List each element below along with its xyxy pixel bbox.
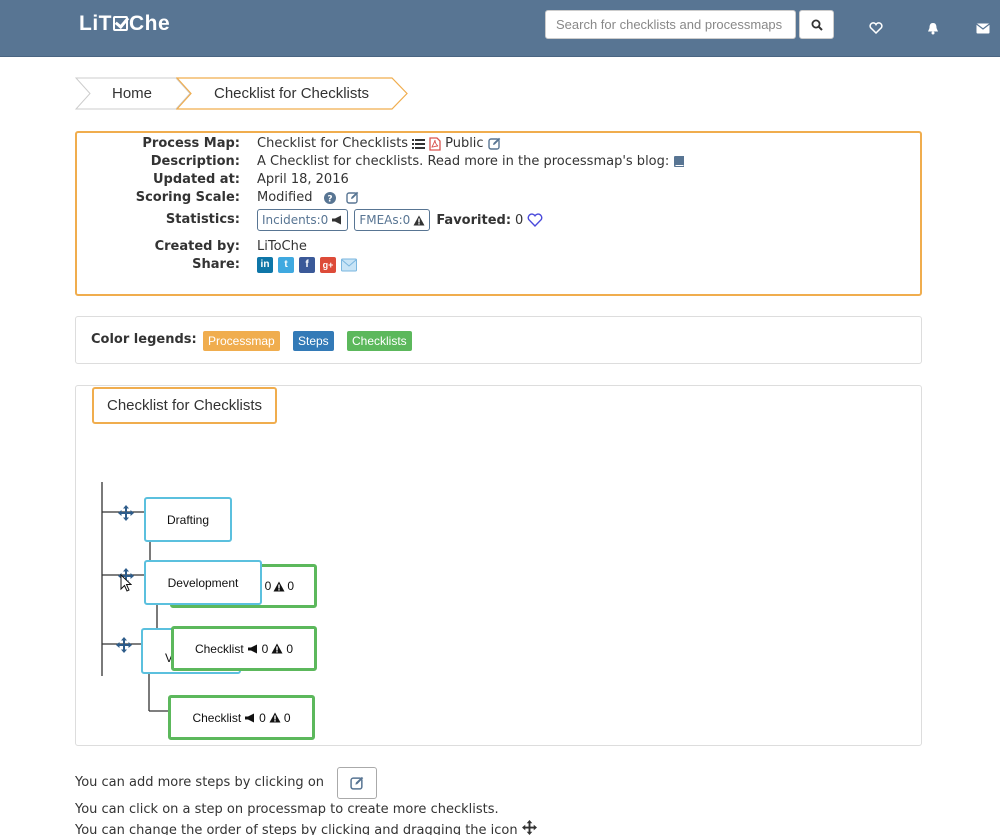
search-button[interactable] <box>799 10 834 39</box>
googleplus-icon[interactable]: g+ <box>320 257 336 273</box>
checklist-fmeas: 0 <box>286 641 294 656</box>
description-text: A Checklist for checklists. Read more in… <box>257 154 670 169</box>
step-label: Drafting <box>166 512 210 527</box>
scoring-scale-value: Modified <box>257 190 313 205</box>
linkedin-icon[interactable]: in <box>257 257 273 273</box>
pdf-icon[interactable] <box>429 136 441 151</box>
brand-suffix: Che <box>129 12 171 35</box>
favorited-label: Favorited: <box>436 212 512 228</box>
legend-checklists: Checklists <box>347 331 412 351</box>
scoring-scale-label: Scoring Scale: <box>135 190 240 205</box>
incidents-badge[interactable]: Incidents:0 <box>257 209 349 231</box>
breadcrumb-home[interactable]: Home <box>75 77 192 110</box>
breadcrumb-current[interactable]: Checklist for Checklists <box>176 77 410 110</box>
check-icon <box>113 16 128 31</box>
breadcrumb-current-label: Checklist for Checklists <box>214 85 370 102</box>
updated-date: April 18, 2016 <box>257 172 349 187</box>
help-reorder-text: You can change the order of steps by cli… <box>75 823 518 835</box>
breadcrumb-home-label: Home <box>112 85 153 102</box>
created-by-label: Created by: <box>154 239 240 254</box>
drag-move-icon[interactable] <box>118 505 134 521</box>
edit-scale-icon[interactable] <box>346 191 359 204</box>
favorited-count: 0 <box>515 212 524 228</box>
twitter-icon[interactable]: t <box>278 257 294 273</box>
email-share-icon[interactable] <box>341 258 357 272</box>
navbar: LiT Che <box>0 0 1000 57</box>
fmeas-count: FMEAs:0 <box>359 213 411 227</box>
megaphone-icon <box>245 713 255 722</box>
brand-prefix: LiT <box>79 12 112 35</box>
description-label: Description: <box>150 154 240 169</box>
bell-icon[interactable] <box>925 20 941 36</box>
help-add-steps: You can add more steps by clicking on <box>75 775 325 790</box>
drag-move-icon <box>521 820 537 835</box>
facebook-icon[interactable]: f <box>299 257 315 273</box>
process-map-canvas: Checklist for Checklists 0 0 V Drafting <box>75 385 922 746</box>
checklist-label: Checklist <box>192 710 242 725</box>
warning-icon <box>413 215 425 225</box>
drag-move-icon[interactable] <box>116 637 132 653</box>
process-map-label: Process Map: <box>142 136 240 151</box>
favorite-heart-icon[interactable] <box>527 213 543 227</box>
created-by-value[interactable]: LiToChe <box>257 239 307 254</box>
checklist-fmeas: 0 <box>283 710 291 725</box>
help-reorder-steps: You can change the order of steps by cli… <box>75 820 537 835</box>
step-node-drafting[interactable]: Drafting <box>144 497 232 542</box>
legend-label: Color legends: <box>91 332 197 347</box>
checklist-node[interactable]: Checklist 0 0 <box>171 626 317 671</box>
process-info-panel: Process Map: Checklist for Checklists Pu… <box>75 131 922 296</box>
checklist-incidents: 0 <box>264 579 272 593</box>
warning-icon <box>269 712 281 723</box>
checklist-node[interactable]: Checklist 0 0 <box>168 695 315 740</box>
search-icon <box>811 19 823 31</box>
fmeas-badge[interactable]: FMEAs:0 <box>354 209 431 231</box>
envelope-icon[interactable] <box>975 20 991 36</box>
help-icon[interactable]: ? <box>324 191 337 204</box>
step-node-development[interactable]: Development <box>144 560 262 605</box>
megaphone-icon <box>247 644 257 653</box>
legend-processmap: Processmap <box>203 331 280 351</box>
visibility-label: Public <box>445 136 484 151</box>
checklist-fmeas: 0 <box>287 579 294 593</box>
color-legend-panel: Color legends: Processmap Steps Checklis… <box>75 316 922 364</box>
statistics-label: Statistics: <box>165 212 240 227</box>
add-step-button[interactable] <box>337 767 377 799</box>
search-input[interactable] <box>545 10 796 39</box>
step-label: Development <box>167 575 239 590</box>
updated-label: Updated at: <box>153 172 240 187</box>
brand-logo[interactable]: LiT Che <box>79 12 170 36</box>
legend-steps: Steps <box>293 331 334 351</box>
edit-icon <box>350 776 364 790</box>
mouse-cursor-icon <box>120 574 132 592</box>
warning-icon <box>273 581 285 591</box>
book-icon[interactable] <box>673 155 685 168</box>
checklist-incidents: 0 <box>259 710 266 725</box>
checklist-incidents: 0 <box>261 641 269 656</box>
share-label: Share: <box>192 257 240 272</box>
help-create-checklists: You can click on a step on processmap to… <box>75 802 499 817</box>
svg-text:?: ? <box>328 194 333 204</box>
checklist-label: Checklist <box>194 641 244 656</box>
list-icon[interactable] <box>412 138 426 150</box>
process-map-name: Checklist for Checklists <box>257 136 409 151</box>
warning-icon <box>271 643 283 654</box>
incidents-count: Incidents:0 <box>262 213 329 227</box>
edit-icon[interactable] <box>487 137 501 150</box>
heart-icon[interactable] <box>868 20 884 36</box>
megaphone-icon <box>332 215 342 225</box>
